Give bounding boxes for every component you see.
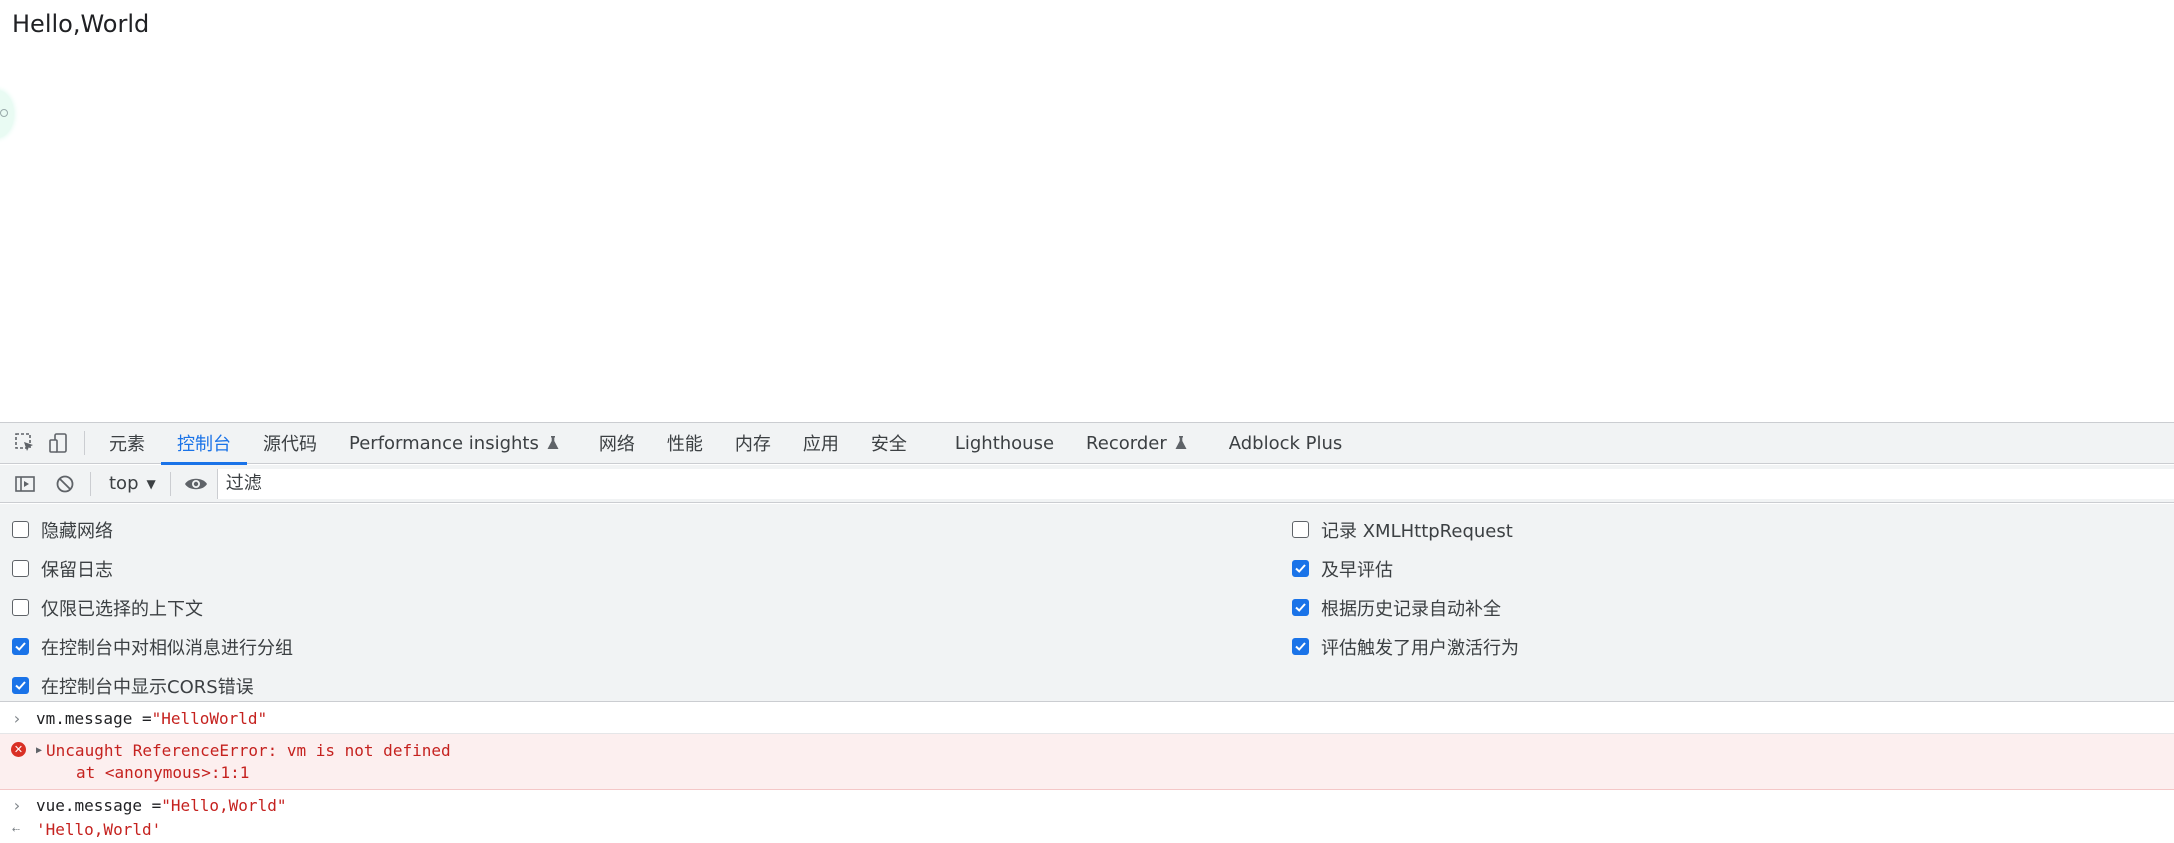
clear-console-icon[interactable]	[48, 467, 82, 501]
toolbar-separator	[90, 471, 91, 496]
setting-label: 隐藏网络	[41, 520, 113, 542]
prompt-chevron-icon: ›	[12, 796, 22, 815]
setting-autocomplete-history[interactable]: 根据历史记录自动补全	[1292, 588, 1519, 627]
device-toolbar-icon[interactable]	[42, 426, 76, 460]
setting-label: 记录 XMLHttpRequest	[1321, 520, 1513, 542]
tab-label: 源代码	[263, 434, 317, 455]
expand-triangle-icon[interactable]: ▶	[36, 745, 42, 756]
setting-user-activation-eval[interactable]: 评估触发了用户激活行为	[1292, 627, 1519, 666]
setting-label: 在控制台中对相似消息进行分组	[41, 637, 293, 659]
inspect-element-icon[interactable]	[8, 426, 42, 460]
checkbox-icon[interactable]	[12, 599, 29, 616]
console-output[interactable]: › vm.message = "HelloWorld" ✕ ▶ Uncaught…	[0, 703, 2174, 843]
setting-label: 仅限已选择的上下文	[41, 598, 203, 620]
tab-application[interactable]: 应用	[787, 423, 855, 464]
context-selector[interactable]: top ▼	[103, 473, 162, 494]
tab-security[interactable]: 安全	[855, 423, 923, 464]
error-text: Uncaught ReferenceError: vm is not defin…	[46, 741, 451, 760]
checkbox-checked-icon[interactable]	[12, 638, 29, 655]
flask-icon	[1175, 436, 1187, 449]
browser-window: Hello,World 元素 控制台 源代码 Performance insig…	[0, 0, 2174, 843]
settings-right-column: 记录 XMLHttpRequest 及早评估 根据历史记录自动补全 评估触发了用…	[1292, 510, 1519, 666]
dropdown-caret-icon: ▼	[146, 476, 156, 491]
tab-label: Recorder	[1086, 432, 1167, 454]
setting-preserve-log[interactable]: 保留日志	[12, 549, 293, 588]
tab-performance-insights[interactable]: Performance insights	[333, 423, 575, 464]
tab-recorder[interactable]: Recorder	[1070, 423, 1203, 464]
tab-console[interactable]: 控制台	[161, 423, 247, 465]
console-settings-panel: 隐藏网络 保留日志 仅限已选择的上下文 在控制台中对相似消息进行分组 在控制台中…	[0, 504, 2174, 702]
widget-dot-icon	[0, 109, 8, 117]
page-viewport: Hello,World	[0, 0, 2174, 422]
console-input-line: › vue.message = "Hello,World"	[0, 790, 2174, 819]
tab-label: 性能	[666, 434, 703, 455]
setting-selected-context-only[interactable]: 仅限已选择的上下文	[12, 588, 293, 627]
page-heading: Hello,World	[12, 10, 150, 38]
setting-label: 根据历史记录自动补全	[1321, 598, 1501, 620]
setting-label: 保留日志	[41, 559, 113, 581]
tabbar-separator	[84, 431, 85, 455]
settings-left-column: 隐藏网络 保留日志 仅限已选择的上下文 在控制台中对相似消息进行分组 在控制台中…	[12, 510, 293, 705]
tab-elements[interactable]: 元素	[93, 423, 161, 464]
console-code: vm.message =	[36, 709, 152, 728]
setting-group-similar[interactable]: 在控制台中对相似消息进行分组	[12, 627, 293, 666]
floating-side-widget[interactable]	[0, 90, 14, 138]
tab-network[interactable]: 网络	[583, 423, 651, 464]
console-code: vue.message =	[36, 796, 162, 815]
tab-label: 控制台	[177, 434, 231, 455]
tab-sources[interactable]: 源代码	[247, 423, 333, 464]
eye-icon[interactable]	[179, 467, 213, 501]
tab-performance[interactable]: 性能	[651, 423, 719, 464]
sidebar-toggle-icon[interactable]	[8, 467, 42, 501]
console-toolbar: top ▼	[0, 465, 2174, 503]
checkbox-icon[interactable]	[12, 560, 29, 577]
setting-label: 及早评估	[1321, 559, 1393, 581]
console-result: 'Hello,World'	[36, 820, 162, 839]
tab-label: 网络	[598, 434, 635, 455]
devtools-tabbar: 元素 控制台 源代码 Performance insights 网络 性能 内存…	[0, 423, 2174, 465]
tab-label: Lighthouse	[954, 432, 1055, 454]
checkbox-checked-icon[interactable]	[12, 677, 29, 694]
console-string: "HelloWorld"	[151, 709, 268, 728]
tab-label: Performance insights	[349, 432, 539, 454]
tab-lighthouse[interactable]: Lighthouse	[939, 423, 1070, 464]
error-summary[interactable]: ▶ Uncaught ReferenceError: vm is not def…	[36, 741, 451, 760]
devtools-panel: 元素 控制台 源代码 Performance insights 网络 性能 内存…	[0, 422, 2174, 843]
setting-label: 在控制台中显示CORS错误	[41, 676, 254, 698]
error-icon: ✕	[11, 742, 26, 757]
context-value: top	[109, 473, 139, 494]
setting-log-xmlhttprequest[interactable]: 记录 XMLHttpRequest	[1292, 510, 1519, 549]
console-string: "Hello,World"	[161, 796, 287, 815]
tab-adblock-plus[interactable]: Adblock Plus	[1213, 423, 1359, 464]
setting-label: 评估触发了用户激活行为	[1321, 637, 1519, 659]
checkbox-checked-icon[interactable]	[1292, 599, 1309, 616]
result-arrow-icon: ⇠	[12, 822, 20, 837]
flask-icon	[547, 436, 559, 449]
setting-hide-network[interactable]: 隐藏网络	[12, 510, 293, 549]
checkbox-checked-icon[interactable]	[1292, 638, 1309, 655]
error-location[interactable]: at <anonymous>:1:1	[36, 763, 249, 782]
console-input-line: › vm.message = "HelloWorld"	[0, 703, 2174, 734]
tab-label: Adblock Plus	[1228, 432, 1343, 454]
prompt-chevron-icon: ›	[12, 709, 22, 728]
tab-label: 内存	[734, 434, 771, 455]
tab-label: 元素	[109, 434, 145, 455]
filter-input[interactable]	[216, 468, 2174, 499]
checkbox-icon[interactable]	[1292, 521, 1309, 538]
setting-eager-evaluation[interactable]: 及早评估	[1292, 549, 1519, 588]
console-error-message: ✕ ▶ Uncaught ReferenceError: vm is not d…	[0, 734, 2174, 790]
toolbar-separator	[169, 471, 171, 496]
checkbox-icon[interactable]	[12, 521, 29, 538]
tab-label: 应用	[802, 434, 839, 455]
tab-label: 安全	[870, 434, 907, 455]
console-result-line: ⇠ 'Hello,World'	[0, 819, 2174, 843]
checkbox-checked-icon[interactable]	[1292, 560, 1309, 577]
setting-show-cors-errors[interactable]: 在控制台中显示CORS错误	[12, 666, 293, 705]
tab-memory[interactable]: 内存	[719, 423, 787, 464]
